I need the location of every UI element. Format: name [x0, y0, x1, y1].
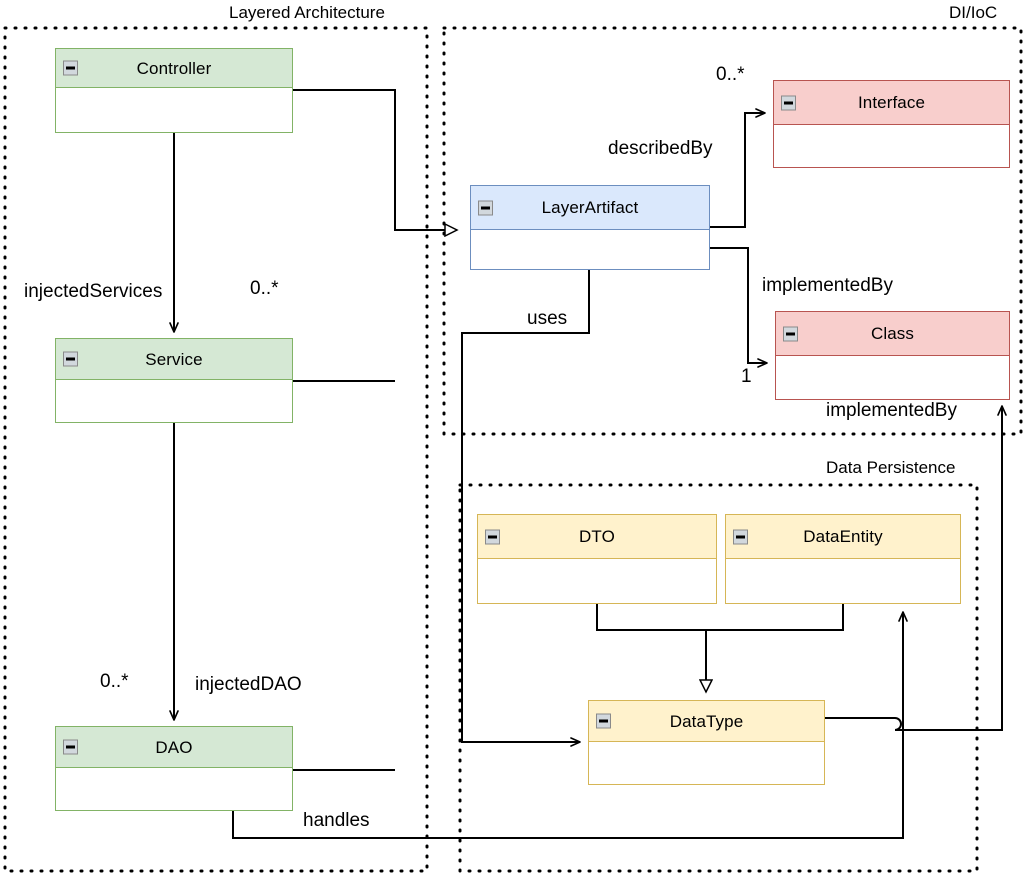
collapse-minus-icon[interactable]: [63, 351, 78, 367]
collapse-minus-icon[interactable]: [733, 529, 748, 544]
edge-label-implemented-by-top: implementedBy: [762, 275, 893, 296]
multiplicity-controller-service: 0..*: [250, 278, 279, 299]
group-label-layered-architecture: Layered Architecture: [229, 3, 385, 22]
class-name-controller: Controller: [136, 58, 212, 78]
class-attributes-dao: [55, 768, 293, 811]
class-header-interface: Interface: [773, 80, 1010, 125]
class-box-dto[interactable]: DTO: [477, 514, 717, 604]
class-name-dto: DTO: [579, 527, 615, 546]
class-name-class: Class: [870, 324, 914, 343]
class-header-dao: DAO: [55, 726, 293, 768]
class-name-service: Service: [145, 349, 203, 369]
class-name-datatype: DataType: [669, 711, 744, 731]
collapse-minus-icon[interactable]: [781, 95, 796, 110]
edge-label-handles: handles: [303, 810, 370, 831]
class-name-interface: Interface: [857, 93, 926, 112]
collapse-minus-icon[interactable]: [478, 200, 493, 215]
group-label-di-ioc: DI/IoC: [949, 3, 998, 22]
edge-layerartifact-interface: [710, 108, 766, 228]
class-attributes-interface: [773, 125, 1010, 168]
collapse-minus-icon[interactable]: [596, 713, 611, 729]
diagram-canvas: Layered Architecture DI/IoC Data Persist…: [0, 0, 1024, 881]
class-attributes-dataentity: [725, 559, 961, 604]
collapse-minus-icon[interactable]: [63, 60, 78, 76]
class-attributes-controller: [55, 88, 293, 133]
edge-dto-datatype: [596, 604, 706, 692]
class-box-dataentity[interactable]: DataEntity: [725, 514, 961, 604]
class-header-datatype: DataType: [588, 700, 825, 742]
class-box-dao[interactable]: DAO: [55, 726, 293, 811]
class-box-datatype[interactable]: DataType: [588, 700, 825, 785]
edge-layerartifact-datatype: [461, 270, 590, 747]
collapse-minus-icon[interactable]: [783, 326, 798, 341]
class-box-layerartifact[interactable]: LayerArtifact: [470, 185, 710, 270]
collapse-minus-icon[interactable]: [63, 739, 78, 755]
edge-layerartifact-class: [710, 247, 768, 368]
class-box-interface[interactable]: Interface: [773, 80, 1010, 168]
class-attributes-service: [55, 380, 293, 423]
class-header-layerartifact: LayerArtifact: [470, 185, 710, 230]
class-attributes-datatype: [588, 742, 825, 785]
edge-controller-layerartifact: [293, 89, 457, 230]
class-header-service: Service: [55, 338, 293, 380]
edge-label-uses: uses: [527, 308, 568, 329]
multiplicity-layerartifact-class: 1: [741, 366, 752, 387]
class-header-dataentity: DataEntity: [725, 514, 961, 559]
edge-label-implemented-by-bottom: implementedBy: [826, 400, 957, 421]
collapse-minus-icon[interactable]: [485, 529, 500, 544]
class-attributes-class: [775, 356, 1010, 400]
multiplicity-layerartifact-interface: 0..*: [716, 64, 745, 85]
edge-dataentity-datatype: [706, 604, 844, 631]
class-header-class: Class: [775, 311, 1010, 356]
class-header-dto: DTO: [477, 514, 717, 559]
multiplicity-service-dao: 0..*: [100, 671, 129, 692]
class-name-layerartifact: LayerArtifact: [541, 198, 639, 217]
edge-label-injected-services: injectedServices: [24, 281, 163, 302]
class-attributes-layerartifact: [470, 230, 710, 270]
class-box-service[interactable]: Service: [55, 338, 293, 423]
class-name-dataentity: DataEntity: [803, 527, 883, 546]
class-header-controller: Controller: [55, 48, 293, 88]
class-box-class[interactable]: Class: [775, 311, 1010, 400]
class-name-dao: DAO: [155, 737, 193, 757]
group-label-data-persistence: Data Persistence: [826, 458, 956, 477]
edge-label-described-by: describedBy: [608, 138, 713, 159]
class-attributes-dto: [477, 559, 717, 604]
edge-label-injected-dao: injectedDAO: [195, 674, 302, 695]
class-box-controller[interactable]: Controller: [55, 48, 293, 133]
